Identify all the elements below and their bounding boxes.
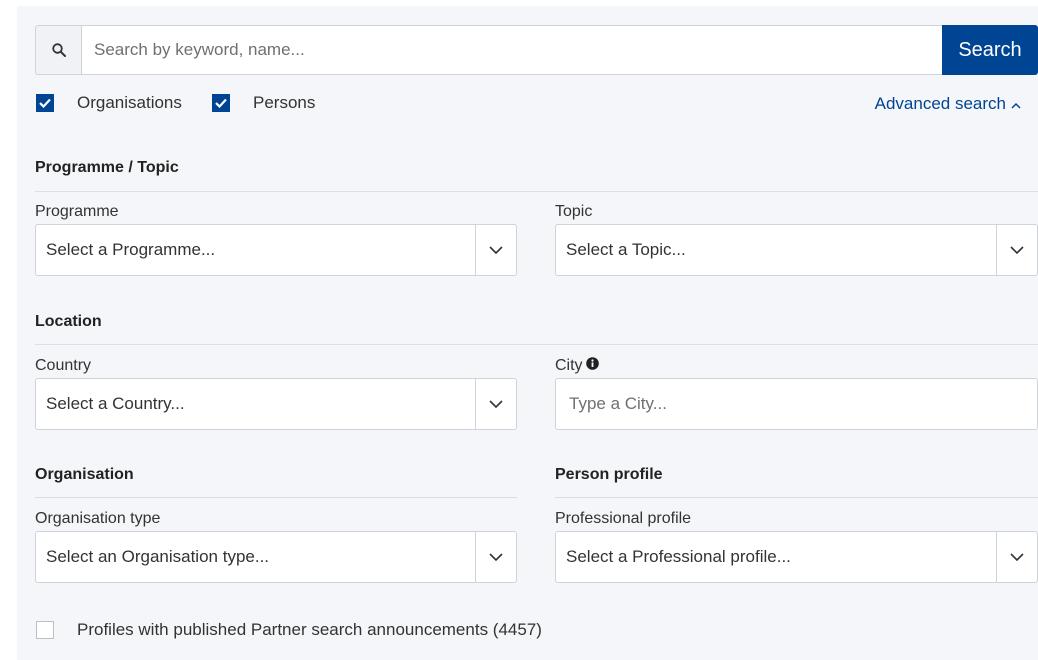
chevron-down-icon[interactable] xyxy=(996,225,1037,275)
organisations-filter[interactable]: Organisations xyxy=(36,93,182,113)
organisation-type-label: Organisation type xyxy=(35,510,161,527)
search-bar: Search xyxy=(35,25,1038,75)
country-label: Country xyxy=(35,357,92,374)
organisation-type-select-value: Select an Organisation type... xyxy=(46,547,270,566)
advanced-search-link[interactable]: Advanced search xyxy=(875,94,1021,114)
city-input[interactable] xyxy=(555,378,1038,430)
chevron-down-icon[interactable] xyxy=(996,532,1037,582)
persons-label: Persons xyxy=(253,93,316,112)
programme-select[interactable]: Select a Programme... xyxy=(35,224,517,276)
search-icon xyxy=(35,25,81,75)
city-label: City xyxy=(555,357,583,374)
topic-select-value: Select a Topic... xyxy=(566,240,686,259)
info-icon[interactable] xyxy=(585,357,599,375)
programme-select-value: Select a Programme... xyxy=(46,240,216,259)
organisation-type-select[interactable]: Select an Organisation type... xyxy=(35,531,517,583)
topic-select[interactable]: Select a Topic... xyxy=(555,224,1038,276)
divider xyxy=(555,497,1038,498)
topic-label: Topic xyxy=(555,203,593,220)
persons-checkbox[interactable] xyxy=(212,94,230,112)
organisation-heading: Organisation xyxy=(35,466,134,483)
programme-label: Programme xyxy=(35,203,119,220)
chevron-down-icon[interactable] xyxy=(475,532,516,582)
divider xyxy=(35,497,517,498)
advanced-search-label: Advanced search xyxy=(874,94,1006,113)
professional-profile-label: Professional profile xyxy=(555,510,692,527)
organisations-checkbox[interactable] xyxy=(36,94,54,112)
country-select-value: Select a Country... xyxy=(46,394,185,413)
city-label-row: City xyxy=(555,357,599,375)
professional-profile-select-value: Select a Professional profile... xyxy=(566,547,791,566)
location-heading: Location xyxy=(35,313,102,330)
partner-search-checkbox[interactable] xyxy=(36,621,54,639)
country-select[interactable]: Select a Country... xyxy=(35,378,517,430)
search-input[interactable] xyxy=(81,25,942,75)
professional-profile-select[interactable]: Select a Professional profile... xyxy=(555,531,1038,583)
chevron-up-icon xyxy=(1011,94,1021,114)
partner-search-filter[interactable]: Profiles with published Partner search a… xyxy=(36,620,542,640)
divider xyxy=(35,344,1038,345)
organisations-label: Organisations xyxy=(77,93,182,112)
chevron-down-icon[interactable] xyxy=(475,379,516,429)
persons-filter[interactable]: Persons xyxy=(212,93,315,113)
partner-search-label: Profiles with published Partner search a… xyxy=(77,620,542,639)
chevron-down-icon[interactable] xyxy=(475,225,516,275)
divider xyxy=(35,191,1038,192)
search-button[interactable]: Search xyxy=(942,25,1038,75)
person-profile-heading: Person profile xyxy=(555,466,663,483)
programme-topic-heading: Programme / Topic xyxy=(35,159,179,176)
